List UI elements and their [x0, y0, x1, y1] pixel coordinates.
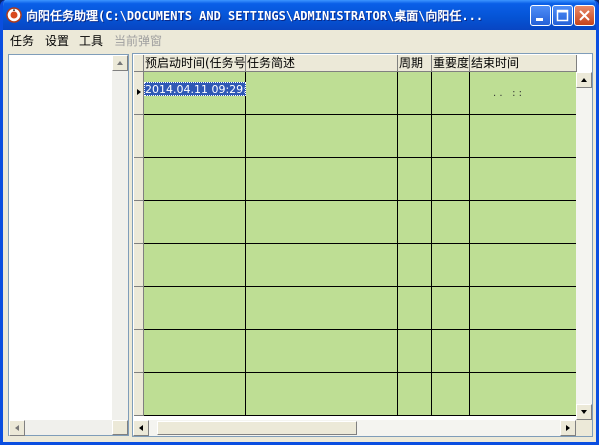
grid-cell-period[interactable]: [398, 115, 432, 158]
grid-cell-period[interactable]: [398, 244, 432, 287]
menu-current-popup[interactable]: 当前弹窗: [114, 32, 162, 49]
grid-cell-description[interactable]: [246, 287, 398, 330]
grid-cell-end-time[interactable]: [470, 287, 577, 330]
grid-cell-end-time[interactable]: [470, 244, 577, 287]
arrow-up-icon: [581, 78, 587, 82]
grid-scroll-left-button[interactable]: [133, 420, 149, 436]
arrow-down-icon: [581, 410, 587, 414]
grid-horizontal-scrollbar[interactable]: [133, 420, 576, 436]
column-header-period[interactable]: 周期: [398, 55, 432, 72]
left-horizontal-scrollbar[interactable]: [9, 420, 112, 436]
row-header[interactable]: [134, 115, 144, 158]
row-header[interactable]: [134, 330, 144, 373]
menu-tools[interactable]: 工具: [79, 32, 103, 49]
task-tree-panel[interactable]: [8, 54, 129, 436]
window-title: 向阳任务助理(C:\DOCUMENTS AND SETTINGS\ADMINIS…: [26, 9, 484, 23]
grid-vertical-scrollbar[interactable]: [576, 72, 592, 420]
grid-cell-start-time[interactable]: [144, 244, 246, 287]
grid-cell-end-time[interactable]: [470, 373, 577, 416]
scroll-left-button[interactable]: [9, 420, 25, 436]
grid-cell-start-time[interactable]: [144, 158, 246, 201]
grid-cell-importance[interactable]: [432, 201, 470, 244]
grid-cell-start-time[interactable]: [144, 373, 246, 416]
menu-task[interactable]: 任务: [10, 32, 34, 49]
grid-cell-end-time[interactable]: [470, 330, 577, 373]
menu-settings[interactable]: 设置: [45, 32, 69, 49]
grid-corner-header: [134, 55, 144, 72]
grid-cell-importance[interactable]: [432, 72, 470, 115]
arrow-left-icon: [15, 425, 19, 431]
grid-cell-start-time[interactable]: [144, 330, 246, 373]
app-icon[interactable]: [6, 7, 22, 23]
grid-horizontal-thumb[interactable]: [157, 421, 357, 435]
minimize-icon: [536, 18, 543, 21]
close-icon: [579, 10, 590, 21]
grid-scroll-down-button[interactable]: [576, 404, 592, 420]
grid-cell-end-time[interactable]: [470, 158, 577, 201]
grid-cell-importance[interactable]: [432, 287, 470, 330]
arrow-up-icon: [117, 61, 123, 65]
menu-bar: 任务 设置 工具 当前弹窗: [3, 30, 596, 49]
grid-cell-description[interactable]: [246, 244, 398, 287]
scroll-corner: [112, 420, 128, 435]
grid-cell-end-time-value: . . : :: [493, 88, 522, 99]
grid-cell-period[interactable]: [398, 373, 432, 416]
grid-cell-end-time[interactable]: [470, 201, 577, 244]
grid-cell-importance[interactable]: [432, 244, 470, 287]
grid-scroll-corner: [576, 420, 592, 436]
title-bar[interactable]: 向阳任务助理(C:\DOCUMENTS AND SETTINGS\ADMINIS…: [3, 0, 596, 30]
grid-cell-importance[interactable]: [432, 330, 470, 373]
maximize-icon: [556, 9, 569, 22]
grid-cell-end-time[interactable]: [470, 72, 577, 115]
grid-cell-description[interactable]: [246, 158, 398, 201]
column-header-description[interactable]: 任务简述: [246, 55, 398, 72]
arrow-left-icon: [139, 425, 143, 431]
grid-cell-start-time[interactable]: [144, 287, 246, 330]
grid-cell-period[interactable]: [398, 72, 432, 115]
arrow-right-icon: [566, 425, 570, 431]
app-window: 向阳任务助理(C:\DOCUMENTS AND SETTINGS\ADMINIS…: [0, 0, 599, 445]
grid-cell-description[interactable]: [246, 330, 398, 373]
close-button[interactable]: [574, 5, 595, 26]
grid-cell-description[interactable]: [246, 72, 398, 115]
grid-cell-description[interactable]: [246, 373, 398, 416]
task-grid[interactable]: 预启动时间(任务号) 任务简述 周期 重要度 结束时间 2014.04.11 0…: [132, 53, 593, 437]
grid-cell-description[interactable]: [246, 115, 398, 158]
grid-scroll-up-button[interactable]: [576, 72, 592, 88]
grid-cell-period[interactable]: [398, 158, 432, 201]
grid-cell-description[interactable]: [246, 201, 398, 244]
grid-cell-importance[interactable]: [432, 158, 470, 201]
column-header-end-time[interactable]: 结束时间: [470, 55, 577, 72]
grid-cell-importance[interactable]: [432, 115, 470, 158]
grid-cell-end-time[interactable]: [470, 115, 577, 158]
grid-scroll-right-button[interactable]: [560, 420, 576, 436]
row-header[interactable]: [134, 373, 144, 416]
row-header[interactable]: [134, 158, 144, 201]
grid-cell-importance[interactable]: [432, 373, 470, 416]
scroll-up-button[interactable]: [112, 55, 128, 71]
current-row-indicator-icon: [137, 89, 141, 95]
grid-cell-period[interactable]: [398, 330, 432, 373]
maximize-button[interactable]: [552, 5, 573, 26]
column-header-start-time[interactable]: 预启动时间(任务号): [144, 55, 246, 72]
row-header[interactable]: [134, 287, 144, 330]
left-vertical-scrollbar[interactable]: [112, 55, 128, 420]
grid-cell-start-time[interactable]: [144, 115, 246, 158]
grid-cell-period[interactable]: [398, 287, 432, 330]
grid-cell-start-time-selected[interactable]: 2014.04.11 09:29:: [144, 82, 246, 96]
row-header[interactable]: [134, 244, 144, 287]
minimize-button[interactable]: [530, 5, 551, 26]
grid-cell-start-time[interactable]: [144, 201, 246, 244]
grid-cell-period[interactable]: [398, 201, 432, 244]
row-header[interactable]: [134, 201, 144, 244]
column-header-importance[interactable]: 重要度: [432, 55, 470, 72]
